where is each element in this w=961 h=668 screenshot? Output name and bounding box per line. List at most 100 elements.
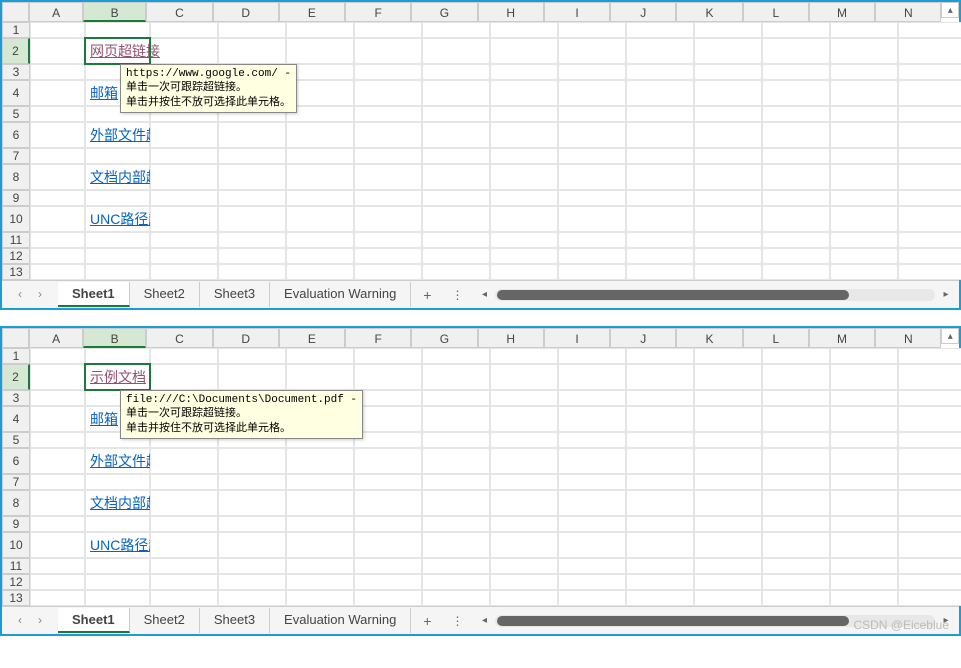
cell-D6[interactable] <box>218 122 286 148</box>
cell-L2[interactable] <box>762 38 830 64</box>
cell-A1[interactable] <box>30 22 85 38</box>
col-header-C[interactable]: C <box>146 328 212 348</box>
cell-A6[interactable] <box>30 122 85 148</box>
row-header-5[interactable]: 5 <box>2 106 30 122</box>
row-header-9[interactable]: 9 <box>2 190 30 206</box>
cell-H13[interactable] <box>490 590 558 606</box>
col-header-N[interactable]: N <box>875 2 941 22</box>
cell-D12[interactable] <box>218 248 286 264</box>
cell-F3[interactable] <box>354 390 422 406</box>
row-header-12[interactable]: 12 <box>2 574 30 590</box>
col-header-G[interactable]: G <box>411 328 477 348</box>
cell-L12[interactable] <box>762 248 830 264</box>
cell-D8[interactable] <box>218 490 286 516</box>
cell-M6[interactable] <box>830 448 898 474</box>
cell-I10[interactable] <box>558 206 626 232</box>
row-header-11[interactable]: 11 <box>2 232 30 248</box>
cell-E10[interactable] <box>286 206 354 232</box>
col-header-E[interactable]: E <box>279 2 345 22</box>
add-sheet-button[interactable]: + <box>411 613 443 629</box>
cell-F11[interactable] <box>354 558 422 574</box>
sheet-tab-Sheet1[interactable]: Sheet1 <box>58 608 130 633</box>
cell-C12[interactable] <box>150 574 218 590</box>
cell-H1[interactable] <box>490 22 558 38</box>
horizontal-scrollbar[interactable]: ◂▸ <box>471 289 959 301</box>
cell-E6[interactable] <box>286 122 354 148</box>
cell-N4[interactable] <box>898 80 961 106</box>
cell-J5[interactable] <box>626 432 694 448</box>
cell-B9[interactable] <box>85 190 150 206</box>
cell-M2[interactable] <box>830 38 898 64</box>
cell-E1[interactable] <box>286 348 354 364</box>
cell-N7[interactable] <box>898 148 961 164</box>
cell-I11[interactable] <box>558 232 626 248</box>
cell-L5[interactable] <box>762 432 830 448</box>
cell-B1[interactable] <box>85 348 150 364</box>
cell-C13[interactable] <box>150 590 218 606</box>
cell-M4[interactable] <box>830 80 898 106</box>
cell-N10[interactable] <box>898 206 961 232</box>
cell-I8[interactable] <box>558 164 626 190</box>
col-header-H[interactable]: H <box>478 2 544 22</box>
cell-K13[interactable] <box>694 264 762 280</box>
cell-K11[interactable] <box>694 232 762 248</box>
col-header-A[interactable]: A <box>29 328 83 348</box>
col-header-A[interactable]: A <box>29 2 83 22</box>
cell-E9[interactable] <box>286 516 354 532</box>
cell-G11[interactable] <box>422 232 490 248</box>
cell-M11[interactable] <box>830 232 898 248</box>
cell-G5[interactable] <box>422 432 490 448</box>
cell-B7[interactable] <box>85 148 150 164</box>
row-header-8[interactable]: 8 <box>2 164 30 190</box>
cell-M9[interactable] <box>830 190 898 206</box>
cell-E13[interactable] <box>286 264 354 280</box>
cell-L8[interactable] <box>762 164 830 190</box>
cell-H10[interactable] <box>490 206 558 232</box>
cell-H10[interactable] <box>490 532 558 558</box>
cell-I11[interactable] <box>558 558 626 574</box>
cell-F10[interactable] <box>354 206 422 232</box>
cell-N4[interactable] <box>898 406 961 432</box>
cell-C7[interactable] <box>150 474 218 490</box>
cell-G9[interactable] <box>422 516 490 532</box>
cell-J6[interactable] <box>626 122 694 148</box>
cell-I3[interactable] <box>558 64 626 80</box>
cell-M10[interactable] <box>830 206 898 232</box>
cell-K3[interactable] <box>694 64 762 80</box>
cell-K9[interactable] <box>694 516 762 532</box>
cell-I4[interactable] <box>558 80 626 106</box>
cell-G1[interactable] <box>422 348 490 364</box>
cell-M11[interactable] <box>830 558 898 574</box>
cell-L3[interactable] <box>762 390 830 406</box>
cell-J10[interactable] <box>626 206 694 232</box>
cell-D11[interactable] <box>218 558 286 574</box>
cell-C2[interactable] <box>150 364 218 390</box>
cell-F2[interactable] <box>354 38 422 64</box>
cell-M8[interactable] <box>830 490 898 516</box>
cell-F1[interactable] <box>354 348 422 364</box>
row-header-4[interactable]: 4 <box>2 406 30 432</box>
cell-J9[interactable] <box>626 516 694 532</box>
cell-A7[interactable] <box>30 148 85 164</box>
cell-N7[interactable] <box>898 474 961 490</box>
cell-B10[interactable]: UNC路径超链接 <box>85 532 150 558</box>
cell-A10[interactable] <box>30 206 85 232</box>
cell-K1[interactable] <box>694 348 762 364</box>
cell-E12[interactable] <box>286 248 354 264</box>
cell-F7[interactable] <box>354 474 422 490</box>
cell-J7[interactable] <box>626 474 694 490</box>
cell-I5[interactable] <box>558 106 626 122</box>
cell-B7[interactable] <box>85 474 150 490</box>
cell-F5[interactable] <box>354 106 422 122</box>
cell-D11[interactable] <box>218 232 286 248</box>
col-header-B[interactable]: B <box>83 328 146 348</box>
cell-E6[interactable] <box>286 448 354 474</box>
cell-H6[interactable] <box>490 122 558 148</box>
cell-G7[interactable] <box>422 474 490 490</box>
cell-B8[interactable]: 文档内部超链接 <box>85 490 150 516</box>
cell-B12[interactable] <box>85 248 150 264</box>
sheet-tab-Sheet1[interactable]: Sheet1 <box>58 282 130 307</box>
cell-D13[interactable] <box>218 264 286 280</box>
row-header-10[interactable]: 10 <box>2 532 30 558</box>
cell-L8[interactable] <box>762 490 830 516</box>
